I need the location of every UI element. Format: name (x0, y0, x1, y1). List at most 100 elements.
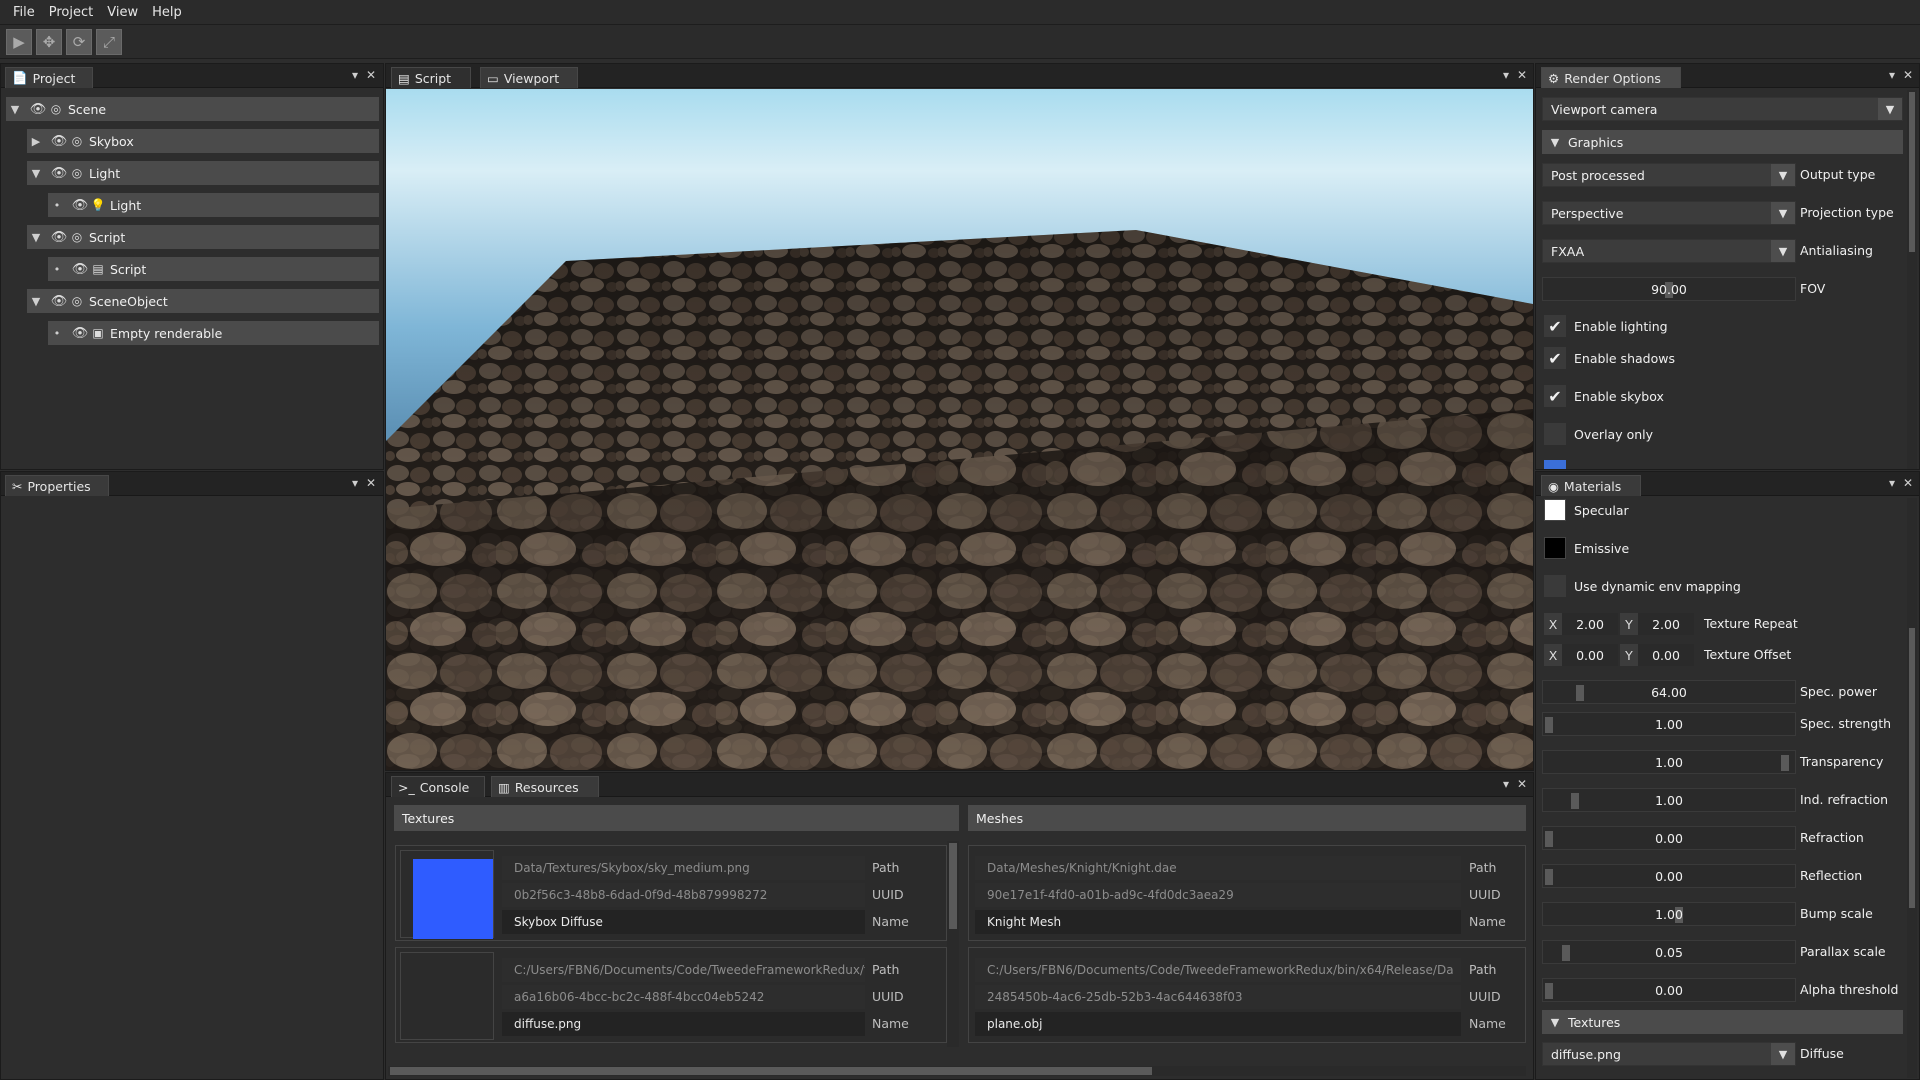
resources-horizontal-scrollbar[interactable] (388, 1066, 1526, 1076)
eye-icon[interactable]: 👁 (28, 102, 48, 117)
panel-menu-icon[interactable]: ▾ (1499, 777, 1513, 791)
tree-item-empty-renderable[interactable]: • 👁 ▣ Empty renderable (48, 321, 379, 345)
slider-knob[interactable] (1571, 793, 1579, 809)
texture-offset-x-input[interactable]: 0.00 (1562, 644, 1618, 666)
texture-entry[interactable]: Data/Textures/Skybox/sky_medium.png Path… (395, 845, 947, 941)
tab-materials[interactable]: ◉ Materials (1541, 475, 1641, 496)
chevron-down-icon[interactable]: ▼ (1771, 164, 1795, 186)
enable-skybox-checkbox[interactable]: ✔ (1544, 385, 1566, 407)
tab-properties[interactable]: ✂ Properties (5, 475, 109, 496)
panel-menu-icon[interactable]: ▾ (1499, 68, 1513, 82)
collapse-arrow-icon[interactable]: ▼ (27, 231, 45, 244)
tree-item-sceneobject[interactable]: ▼ 👁 ◎ SceneObject (27, 289, 379, 313)
output-type-select[interactable]: Post processed ▼ (1542, 163, 1796, 187)
eye-icon[interactable]: 👁 (70, 262, 90, 277)
material-slider[interactable]: 0.00 (1542, 864, 1796, 888)
texture-repeat-x-input[interactable]: 2.00 (1562, 613, 1618, 635)
tree-item-skybox[interactable]: ▶ 👁 ◎ Skybox (27, 129, 379, 153)
tree-item-light[interactable]: ▼ 👁 ◎ Light (27, 161, 379, 185)
textures-section[interactable]: ▼ Textures (1542, 1010, 1903, 1034)
texture-repeat-y-input[interactable]: 2.00 (1638, 613, 1694, 635)
tab-render-options[interactable]: ⚙ Render Options (1541, 67, 1681, 88)
camera-select[interactable]: Viewport camera ▼ (1542, 97, 1903, 121)
panel-menu-icon[interactable]: ▾ (1885, 68, 1899, 82)
chevron-down-icon[interactable]: ▼ (1771, 240, 1795, 262)
eye-icon[interactable]: 👁 (70, 198, 90, 213)
projection-type-select[interactable]: Perspective ▼ (1542, 201, 1796, 225)
render-options-scrollbar-thumb[interactable] (1909, 92, 1915, 252)
scale-button[interactable]: ⤢ (96, 28, 122, 55)
close-icon[interactable]: ✕ (1515, 777, 1529, 791)
slider-knob[interactable] (1545, 831, 1553, 847)
materials-scrollbar-thumb[interactable] (1909, 628, 1915, 908)
panel-menu-icon[interactable]: ▾ (348, 68, 362, 82)
resources-horizontal-scrollbar-thumb[interactable] (390, 1067, 1152, 1075)
collapse-arrow-icon[interactable]: ▼ (1542, 136, 1568, 149)
dynamic-env-mapping-checkbox[interactable] (1544, 575, 1566, 597)
tab-script[interactable]: ▤ Script (391, 67, 471, 88)
slider-knob[interactable] (1576, 685, 1584, 701)
mesh-name[interactable]: plane.obj (975, 1012, 1461, 1036)
enable-shadows-checkbox[interactable]: ✔ (1544, 347, 1566, 369)
materials-scrollbar[interactable] (1907, 498, 1917, 1078)
eye-icon[interactable]: 👁 (49, 294, 69, 309)
chevron-down-icon[interactable]: ▼ (1771, 1043, 1795, 1065)
render-options-scrollbar[interactable] (1907, 90, 1917, 469)
tree-item-light-component[interactable]: • 👁 💡 Light (48, 193, 379, 217)
tab-project[interactable]: 📄 Project (5, 67, 93, 88)
tree-item-script-component[interactable]: • 👁 ▤ Script (48, 257, 379, 281)
eye-icon[interactable]: 👁 (49, 166, 69, 181)
material-slider[interactable]: 1.00 (1542, 788, 1796, 812)
textures-scrollbar[interactable] (947, 841, 959, 1047)
eye-icon[interactable]: 👁 (49, 134, 69, 149)
slider-knob[interactable] (1545, 869, 1553, 885)
collapse-arrow-icon[interactable]: ▼ (1542, 1016, 1568, 1029)
emissive-color-swatch[interactable] (1544, 537, 1566, 559)
specular-color-swatch[interactable] (1544, 499, 1566, 521)
material-slider[interactable]: 0.00 (1542, 826, 1796, 850)
material-slider[interactable]: 0.05 (1542, 940, 1796, 964)
overlay-only-checkbox[interactable] (1544, 423, 1566, 445)
material-slider[interactable]: 1.00 (1542, 712, 1796, 736)
material-slider[interactable]: 1.00 (1542, 902, 1796, 926)
mesh-entry[interactable]: Data/Meshes/Knight/Knight.dae Path 90e17… (968, 845, 1526, 941)
collapse-arrow-icon[interactable]: ▼ (27, 295, 45, 308)
texture-entry[interactable]: C:/Users/FBN6/Documents/Code/TweedeFrame… (395, 947, 947, 1043)
material-slider[interactable]: 0.00 (1542, 978, 1796, 1002)
texture-name[interactable]: diffuse.png (502, 1012, 865, 1036)
slider-knob[interactable] (1545, 983, 1553, 999)
menu-view[interactable]: View (100, 5, 145, 20)
texture-name[interactable]: Skybox Diffuse (502, 910, 865, 934)
menu-project[interactable]: Project (42, 5, 100, 20)
close-icon[interactable]: ✕ (364, 68, 378, 82)
close-icon[interactable]: ✕ (1901, 476, 1915, 490)
fov-slider[interactable]: 90.00 (1542, 277, 1796, 301)
tab-viewport[interactable]: ▭ Viewport (480, 67, 578, 88)
expand-arrow-icon[interactable]: ▶ (27, 135, 45, 148)
tab-console[interactable]: >_ Console (391, 776, 485, 797)
viewport-3d[interactable] (386, 89, 1533, 770)
menu-file[interactable]: File (6, 5, 42, 20)
panel-menu-icon[interactable]: ▾ (1885, 476, 1899, 490)
close-icon[interactable]: ✕ (364, 476, 378, 490)
texture-offset-y-input[interactable]: 0.00 (1638, 644, 1694, 666)
tab-resources[interactable]: ▥ Resources (491, 776, 599, 797)
tree-item-scene[interactable]: ▼ 👁 ◎ Scene (6, 97, 379, 121)
slider-knob[interactable] (1545, 717, 1553, 733)
graphics-section[interactable]: ▼ Graphics (1542, 130, 1903, 154)
material-slider[interactable]: 1.00 (1542, 750, 1796, 774)
antialiasing-select[interactable]: FXAA ▼ (1542, 239, 1796, 263)
diffuse-texture-select[interactable]: diffuse.png ▼ (1542, 1042, 1796, 1066)
collapse-arrow-icon[interactable]: ▼ (27, 167, 45, 180)
collapse-arrow-icon[interactable]: ▼ (6, 103, 24, 116)
play-button[interactable]: ▶ (6, 28, 32, 55)
enable-lighting-checkbox[interactable]: ✔ (1544, 315, 1566, 337)
chevron-down-icon[interactable]: ▼ (1878, 98, 1902, 120)
material-slider[interactable]: 64.00 (1542, 680, 1796, 704)
rotate-button[interactable]: ⟳ (66, 28, 92, 55)
slider-knob[interactable] (1781, 755, 1789, 771)
menu-help[interactable]: Help (145, 5, 189, 20)
panel-menu-icon[interactable]: ▾ (348, 476, 362, 490)
mesh-entry[interactable]: C:/Users/FBN6/Documents/Code/TweedeFrame… (968, 947, 1526, 1043)
textures-scrollbar-thumb[interactable] (949, 843, 957, 929)
